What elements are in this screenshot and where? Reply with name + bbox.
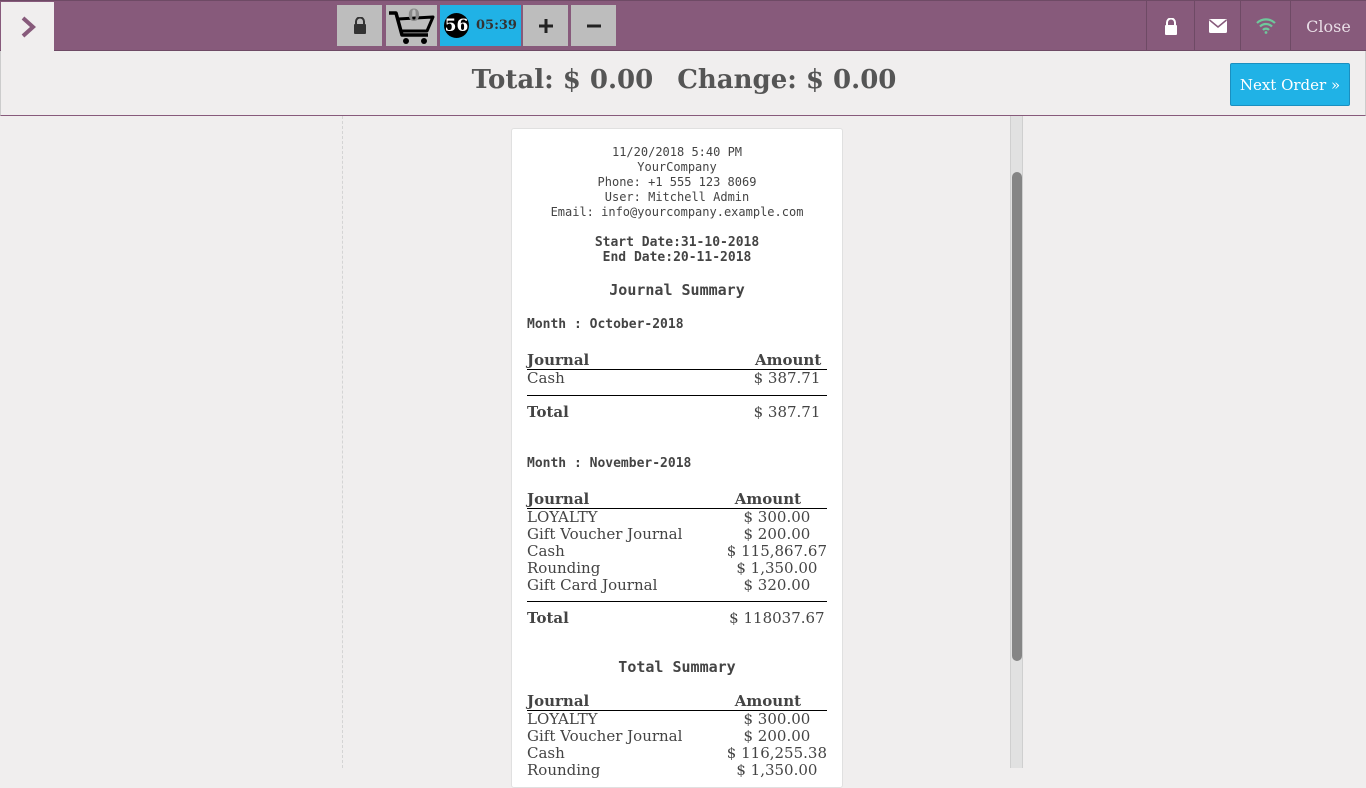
journal-name: Gift Card Journal [527,575,658,594]
journal-name: Rounding [527,761,601,779]
scrollbar-thumb[interactable] [1012,172,1022,661]
total-summary-title: Total Summary [618,658,736,676]
journal-summary-title: Journal Summary [609,281,745,299]
top-toolbar: 0 56 05:39 Close [0,0,1366,51]
receipt-company: YourCompany [637,160,717,174]
lock-icon [353,17,366,34]
connection-status[interactable] [1240,1,1290,51]
totals-bar: Total: $ 0.00 Change: $ 0.00 Next Order » [0,51,1366,116]
journal-name: LOYALTY [527,507,598,526]
receipt-user: User: Mitchell Admin [604,190,750,204]
table-row: Cash $ 115,867.67 [527,541,827,560]
table-row: Cash $ 387.71 [527,370,827,388]
total-row: Total $ 387.71 [527,394,827,421]
totals-summary: Total: $ 0.00 Change: $ 0.00 [1,65,1366,95]
messages-button[interactable] [1194,1,1240,51]
journal-amount: $ 200.00 [743,524,811,543]
total-summary-table: Journal Amount LOYALTY $ 300.00 Gift Vouc… [527,693,827,779]
col-amount: Amount [726,693,827,711]
journal-name: Gift Voucher Journal [527,727,683,745]
receipt-email: Email: info@yourcompany.example.com [550,205,804,219]
col-journal: Journal [527,490,727,509]
col-amount: Amount [726,490,827,509]
envelope-icon [1208,19,1227,33]
journal-amount: $ 115,867.67 [726,541,827,560]
wifi-icon [1255,18,1276,34]
table-row: Rounding $ 1,350.00 [527,558,827,577]
journal-name: Cash [527,369,565,387]
col-journal: Journal [527,352,747,370]
add-order-button[interactable] [523,5,568,46]
total-label: Total [527,394,747,421]
table-row: LOYALTY $ 300.00 [527,508,827,526]
journal-name: Cash [527,541,565,560]
lock-screen-button[interactable] [1146,1,1194,51]
receipt-screen: 11/20/2018 5:40 PM YourCompany Phone: +1… [0,116,1366,788]
journal-amount: $ 387.71 [753,369,821,387]
chevron-right-icon [21,16,36,37]
divider [342,116,343,768]
month-title: Month : October-2018 [527,317,684,332]
col-journal: Journal [527,693,727,711]
receipt: 11/20/2018 5:40 PM YourCompany Phone: +1… [511,128,843,788]
journal-table-october: Journal Amount Cash $ 387.71 Total $ 387… [527,352,827,421]
journal-name: Rounding [527,558,601,577]
total-row: Total $ 118037.67 [527,601,827,627]
journal-amount: $ 300.00 [743,507,811,526]
journal-amount: $ 200.00 [743,727,811,745]
journal-table-november: Journal Amount LOYALTY $ 300.00 Gift Vouc… [527,490,827,627]
table-row: LOYALTY $ 300.00 [527,711,827,729]
start-date: Start Date:31-10-2018 [594,235,760,250]
minus-icon [586,24,601,27]
remove-order-button[interactable] [571,5,616,46]
total-value: $ 387.71 [747,394,827,421]
order-count-badge: 56 [444,13,469,38]
end-date: End Date:20-11-2018 [602,250,752,265]
table-row: Cash $ 116,255.38 [527,745,827,762]
total-value: $ 118037.67 [726,601,827,627]
month-title: Month : November-2018 [527,455,692,471]
next-order-button[interactable]: Next Order » [1230,63,1350,106]
order-timer-button[interactable]: 56 05:39 [440,5,521,46]
plus-icon [538,18,553,33]
total-amount: Total: $ 0.00 [471,65,654,95]
lock-icon [1164,17,1177,35]
journal-name: Cash [527,744,565,762]
receipt-phone: Phone: +1 555 123 8069 [597,175,757,189]
journal-name: Gift Voucher Journal [527,524,683,543]
cart-button[interactable]: 0 [386,5,437,46]
table-row: Gift Voucher Journal $ 200.00 [527,728,827,745]
journal-amount: $ 1,350.00 [736,558,818,577]
order-timer: 05:39 [476,18,517,33]
table-row: Gift Card Journal $ 320.00 [527,575,827,594]
journal-amount: $ 116,255.38 [726,744,827,762]
cart-count: 0 [408,6,420,26]
sidebar-toggle-button[interactable] [1,2,54,51]
table-row: Rounding $ 1,350.00 [527,762,827,779]
journal-amount: $ 300.00 [743,710,811,728]
change-amount: Change: $ 0.00 [677,65,897,95]
journal-name: LOYALTY [527,710,598,728]
receipt-datetime: 11/20/2018 5:40 PM [611,145,743,159]
lock-button[interactable] [337,5,382,46]
total-label: Total [527,601,727,627]
close-button[interactable]: Close [1290,1,1366,51]
table-row: Gift Voucher Journal $ 200.00 [527,524,827,543]
col-amount: Amount [747,352,827,370]
journal-amount: $ 1,350.00 [736,761,818,779]
journal-amount: $ 320.00 [743,575,811,594]
close-label: Close [1306,16,1351,36]
